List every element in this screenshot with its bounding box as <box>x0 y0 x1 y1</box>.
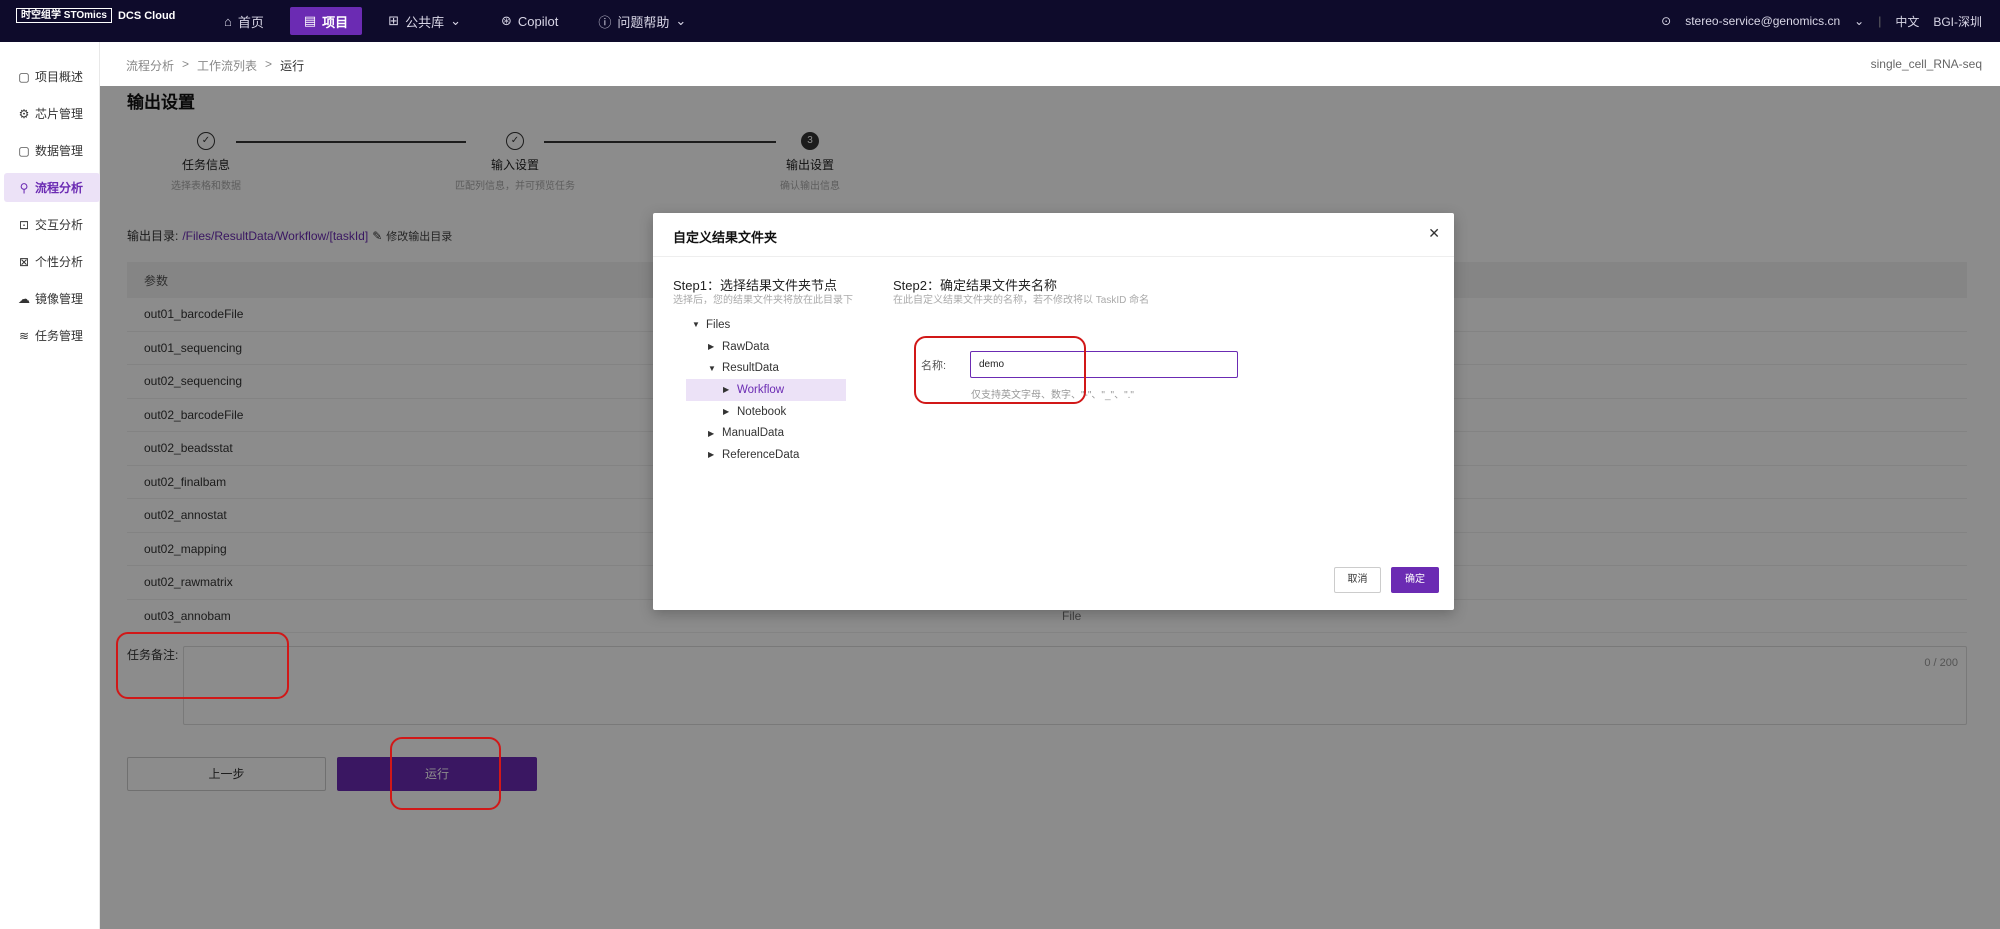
sidebar: ▢ 项目概述 ⚙ 芯片管理 ▢ 数据管理 ⚲ 流程分析 ⊡ 交互分析 ⊠ 个性分析 ☁ 镜像管… <box>0 42 100 929</box>
region-label[interactable]: BGI-深圳 <box>1933 13 1982 30</box>
close-icon[interactable]: ✕ <box>1428 225 1440 242</box>
sidebar-item-overview[interactable]: ▢ 项目概述 <box>4 62 100 91</box>
confirm-button[interactable]: 确定 <box>1391 567 1439 593</box>
logo-mark: 时空组学 STOmics <box>16 8 112 23</box>
nav-project[interactable]: ▤ 项目 <box>289 7 363 35</box>
annotation-ring-remark <box>116 632 289 699</box>
breadcrumb-item[interactable]: 工作流列表 <box>197 57 257 74</box>
chevron-down-icon: ⌄ <box>450 13 462 28</box>
annotation-ring-run <box>390 737 501 810</box>
tree-node-label: Files <box>706 318 731 331</box>
doc-icon: ▢ <box>18 69 30 84</box>
copilot-icon: ⊛ <box>501 13 512 28</box>
sidebar-item-data[interactable]: ▢ 数据管理 <box>4 136 100 165</box>
file-icon: ▤ <box>303 13 317 28</box>
divider: | <box>1878 14 1882 28</box>
breadcrumb-item[interactable]: 流程分析 <box>126 57 174 74</box>
breadcrumb: 流程分析 > 工作流列表 > 运行 <box>126 57 304 74</box>
nav-help[interactable]: ⓘ 问题帮助 ⌄ <box>584 7 700 35</box>
tree-node-label: ManualData <box>722 427 785 440</box>
chip-icon: ⚙ <box>18 106 30 121</box>
tree-node-resultdata[interactable]: ▼ ResultData <box>686 357 846 379</box>
nav-help-label: 问题帮助 <box>617 14 670 30</box>
caret-right-icon[interactable]: ▶ <box>723 407 731 416</box>
sidebar-item-label: 流程分析 <box>35 181 84 195</box>
tree-node-label: RawData <box>722 340 770 353</box>
step2-desc: 在此自定义结果文件夹的名称，若不修改将以 TaskID 命名 <box>893 295 1150 306</box>
sidebar-item-label: 任务管理 <box>35 329 84 343</box>
annotation-ring-name-field <box>914 336 1086 404</box>
sidebar-item-interactive[interactable]: ⊡ 交互分析 <box>4 210 100 239</box>
cancel-button[interactable]: 取消 <box>1334 567 1381 593</box>
sidebar-item-label: 数据管理 <box>35 144 84 158</box>
breadcrumb-current: 运行 <box>280 59 305 73</box>
custom-folder-dialog: 自定义结果文件夹 ✕ Step1：选择结果文件夹节点 选择后，您的结果文件夹将放… <box>653 213 1454 610</box>
flow-name: single_cell_RNA-seq <box>1870 57 1982 71</box>
step1-desc: 选择后，您的结果文件夹将放在此目录下 <box>673 295 853 306</box>
user-icon: ⊙ <box>1661 14 1672 28</box>
user-email[interactable]: stereo-service@genomics.cn <box>1685 14 1840 28</box>
caret-down-icon[interactable]: ▼ <box>708 364 716 373</box>
caret-right-icon[interactable]: ▶ <box>708 342 716 351</box>
sidebar-item-label: 项目概述 <box>35 70 84 84</box>
tree-node-label: Notebook <box>737 405 787 418</box>
interact-icon: ⊡ <box>18 217 30 232</box>
nav-public-library-label: 公共库 <box>405 14 445 30</box>
tree-node-notebook[interactable]: ▶ Notebook <box>686 401 846 423</box>
top-navbar: 时空组学 STOmics DCS Cloud ⌂ 首页 ▤ 项目 ⊞ 公共库 ⌄ ⊛ Co… <box>0 0 2000 42</box>
folder-tree: ▼ Files ▶ RawData ▼ ResultData ▶ Workflow ▶ N… <box>686 314 846 466</box>
sidebar-item-task[interactable]: ≋ 任务管理 <box>4 321 100 350</box>
nav-public-library[interactable]: ⊞ 公共库 ⌄ <box>374 7 475 35</box>
top-right-area: ⊙ stereo-service@genomics.cn ⌄ | 中文 BGI-… <box>1661 0 1982 42</box>
caret-right-icon[interactable]: ▶ <box>708 429 716 438</box>
caret-right-icon[interactable]: ▶ <box>708 450 716 459</box>
nav-home[interactable]: ⌂ 首页 <box>210 7 278 35</box>
tree-node-label: ResultData <box>722 362 779 375</box>
nav-home-label: 首页 <box>237 14 264 30</box>
caret-down-icon[interactable]: ▼ <box>692 320 700 329</box>
breadcrumb-separator: > <box>265 57 273 71</box>
breadcrumb-separator: > <box>182 57 190 71</box>
image-icon: ☁ <box>18 291 30 306</box>
tree-node-files[interactable]: ▼ Files <box>686 314 846 336</box>
grid-icon: ⊞ <box>388 13 400 28</box>
app-logo[interactable]: 时空组学 STOmics DCS Cloud <box>16 8 175 23</box>
nav-copilot[interactable]: ⊛ Copilot <box>487 7 572 35</box>
chevron-down-icon[interactable]: ⌄ <box>1854 14 1864 28</box>
sidebar-item-custom[interactable]: ⊠ 个性分析 <box>4 247 100 276</box>
sidebar-item-label: 芯片管理 <box>35 107 84 121</box>
sidebar-item-image[interactable]: ☁ 镜像管理 <box>4 284 100 313</box>
home-icon: ⌂ <box>224 13 232 29</box>
task-icon: ≋ <box>18 328 30 343</box>
tree-node-referencedata[interactable]: ▶ ReferenceData <box>686 444 846 466</box>
sidebar-item-flow[interactable]: ⚲ 流程分析 <box>4 173 100 202</box>
dialog-header: 自定义结果文件夹 ✕ <box>653 213 1454 257</box>
flow-icon: ⚲ <box>19 180 29 195</box>
logo-cloud-text: DCS Cloud <box>117 9 176 22</box>
tree-node-label: Workflow <box>737 383 785 396</box>
data-icon: ▢ <box>18 143 30 158</box>
language-switch[interactable]: 中文 <box>1895 13 1919 30</box>
custom-icon: ⊠ <box>18 254 30 269</box>
sidebar-item-chip[interactable]: ⚙ 芯片管理 <box>4 99 100 128</box>
main-nav: ⌂ 首页 ▤ 项目 ⊞ 公共库 ⌄ ⊛ Copilot ⓘ 问题帮助 ⌄ <box>210 0 712 42</box>
tree-node-rawdata[interactable]: ▶ RawData <box>686 336 846 358</box>
sidebar-item-label: 个性分析 <box>35 255 84 269</box>
tree-node-manualdata[interactable]: ▶ ManualData <box>686 422 846 444</box>
sidebar-item-label: 镜像管理 <box>35 292 84 306</box>
sidebar-item-label: 交互分析 <box>35 218 84 232</box>
tree-node-workflow[interactable]: ▶ Workflow <box>686 379 846 401</box>
caret-right-icon[interactable]: ▶ <box>723 385 731 394</box>
tree-node-label: ReferenceData <box>722 448 800 461</box>
dialog-title: 自定义结果文件夹 <box>673 230 778 245</box>
nav-copilot-label: Copilot <box>517 13 559 29</box>
help-icon: ⓘ <box>598 14 612 30</box>
nav-project-label: 项目 <box>322 14 349 30</box>
chevron-down-icon: ⌄ <box>675 13 687 28</box>
